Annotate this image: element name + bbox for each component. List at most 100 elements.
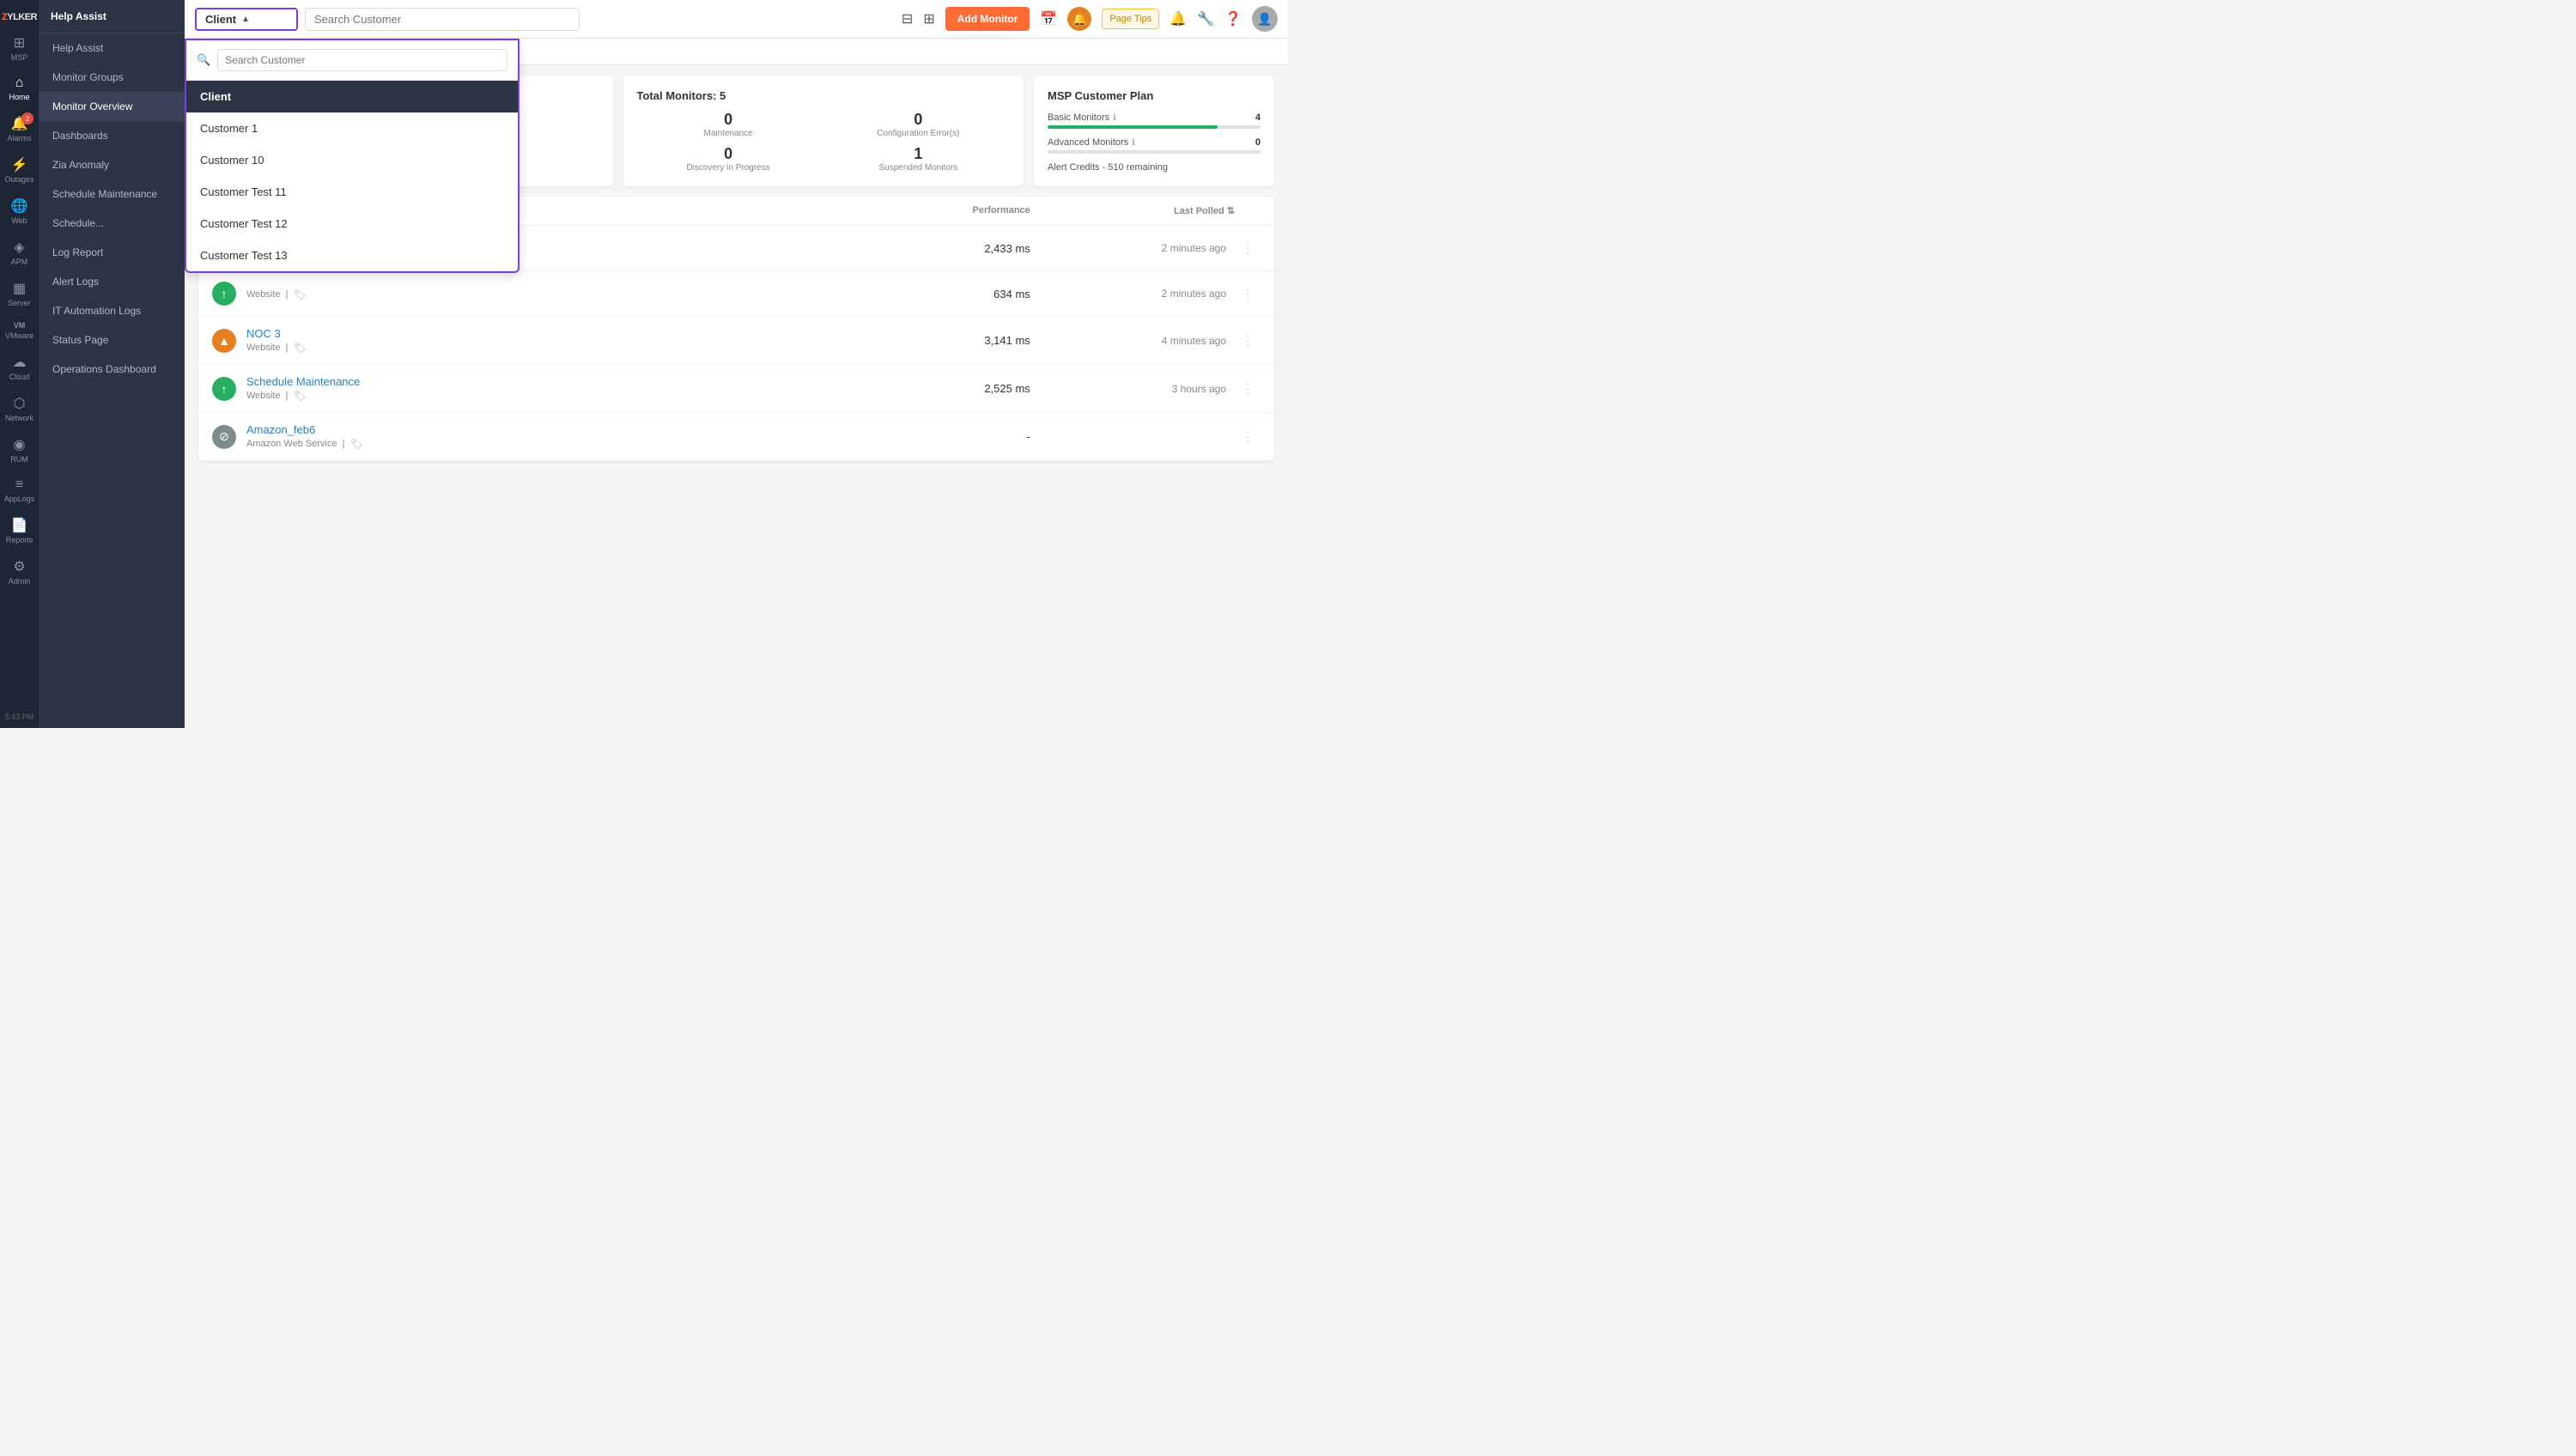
monitor-menu-icon[interactable]: ⋮: [1235, 381, 1261, 396]
dropdown-item-customer-test13[interactable]: Customer Test 13: [186, 240, 518, 271]
sidebar-item-it-automation-logs[interactable]: IT Automation Logs: [39, 296, 185, 325]
nav-applogs-label: AppLogs: [4, 494, 35, 503]
nav-outages[interactable]: ⚡ Outages: [0, 149, 39, 191]
monitor-search-input[interactable]: [305, 8, 580, 31]
dropdown-item-customer1[interactable]: Customer 1: [186, 112, 518, 144]
monitor-row[interactable]: ↑ Schedule Maintenance Website | 🏷 2,525…: [198, 365, 1274, 413]
nav-apm-label: APM: [11, 258, 28, 266]
grid-icon[interactable]: ⊞: [923, 10, 934, 27]
dropdown-search-icon: 🔍: [197, 53, 210, 67]
monitor-menu-icon[interactable]: ⋮: [1235, 429, 1261, 444]
monitor-type: Website | 🏷: [246, 390, 835, 402]
page-tips-button[interactable]: Page Tips: [1102, 9, 1159, 29]
nav-server[interactable]: ▦ Server: [0, 273, 39, 314]
admin-icon: ⚙: [13, 558, 25, 575]
clock: 5:43 PM: [5, 713, 34, 728]
monitor-menu-icon[interactable]: ⋮: [1235, 241, 1261, 256]
sidebar-item-alert-logs[interactable]: Alert Logs: [39, 267, 185, 296]
basic-monitors-label: Basic Monitors ℹ: [1048, 112, 1116, 123]
nav-msp-label: MSP: [11, 53, 28, 62]
monitor-last-polled: 4 minutes ago: [1030, 335, 1235, 347]
nav-alarms[interactable]: 2 🔔 Alarms: [0, 108, 39, 149]
sidebar-item-zia-anomaly[interactable]: Zia Anomaly: [39, 150, 185, 179]
col-last-polled-header[interactable]: Last Polled ⇅: [1030, 205, 1261, 216]
calendar-icon[interactable]: 📅: [1040, 10, 1057, 27]
applogs-icon: ≡: [15, 477, 23, 493]
monitor-row[interactable]: ↑ Website | 🏷 634 ms 2 minutes ago ⋮: [198, 271, 1274, 317]
monitor-name[interactable]: Amazon_feb6: [246, 423, 835, 436]
help-icon[interactable]: ❓: [1224, 10, 1242, 27]
nav-msp[interactable]: ⊞ MSP: [0, 27, 39, 69]
nav-network[interactable]: ⬡ Network: [0, 388, 39, 429]
dropdown-item-customer-test11[interactable]: Customer Test 11: [186, 176, 518, 208]
monitor-performance: 634 ms: [835, 288, 1030, 300]
vmware-icon: VM: [14, 321, 26, 330]
monitor-last-polled: 2 minutes ago: [1030, 242, 1235, 254]
sidebar-item-monitor-overview[interactable]: Monitor Overview: [39, 92, 185, 121]
advanced-monitors-value: 0: [1255, 137, 1261, 148]
monitor-name[interactable]: Schedule Maintenance: [246, 375, 835, 388]
rum-icon: ◉: [14, 436, 26, 453]
nav-reports[interactable]: 📄 Reports: [0, 510, 39, 551]
avatar[interactable]: 👤: [1252, 6, 1278, 32]
monitor-performance: 2,525 ms: [835, 382, 1030, 395]
secondary-sidebar: Help Assist Help Assist Monitor Groups M…: [39, 0, 185, 728]
sidebar-item-status-page[interactable]: Status Page: [39, 325, 185, 355]
sidebar-item-log-report[interactable]: Log Report: [39, 238, 185, 267]
dropdown-item-customer-test12[interactable]: Customer Test 12: [186, 208, 518, 240]
monitor-stat-config-errors: 0 Configuration Error(s): [827, 111, 1010, 138]
add-monitor-button[interactable]: Add Monitor: [945, 7, 1030, 31]
notification-bell-icon[interactable]: 🔔: [1170, 10, 1187, 27]
network-icon: ⬡: [14, 395, 26, 412]
sidebar-item-help-assist[interactable]: Help Assist: [39, 33, 185, 63]
discovery-count: 0: [637, 145, 820, 163]
status-icon-up: ↑: [212, 377, 236, 401]
monitor-row[interactable]: ⊘ Amazon_feb6 Amazon Web Service | 🏷 - ⋮: [198, 413, 1274, 461]
sidebar-title: Help Assist: [39, 0, 185, 33]
monitor-performance: -: [835, 430, 1030, 443]
sidebar-item-monitor-groups[interactable]: Monitor Groups: [39, 63, 185, 92]
nav-applogs[interactable]: ≡ AppLogs: [0, 470, 39, 510]
main-content: Client ▲ ⊟ ⊞ Add Monitor 📅 🔔 Page Tips 🔔…: [185, 0, 1288, 728]
apm-icon: ◈: [14, 239, 24, 256]
notification-icon[interactable]: 🔔: [1067, 7, 1091, 31]
monitor-name[interactable]: NOC 3: [246, 327, 835, 340]
maintenance-count: 0: [637, 111, 820, 129]
monitor-menu-icon[interactable]: ⋮: [1235, 333, 1261, 348]
nav-reports-label: Reports: [6, 536, 33, 544]
nav-admin[interactable]: ⚙ Admin: [0, 551, 39, 592]
nav-web[interactable]: 🌐 Web: [0, 191, 39, 232]
monitor-type: Amazon Web Service | 🏷: [246, 438, 835, 450]
wrench-icon[interactable]: 🔧: [1197, 10, 1214, 27]
nav-home-label: Home: [9, 93, 29, 101]
sidebar-item-dashboards[interactable]: Dashboards: [39, 121, 185, 150]
app-logo: ZYLKER: [0, 7, 39, 27]
sidebar-item-operations-dashboard[interactable]: Operations Dashboard: [39, 355, 185, 384]
nav-cloud[interactable]: ☁ Cloud: [0, 347, 39, 388]
nav-rum[interactable]: ◉ RUM: [0, 429, 39, 470]
alert-credits-text: Alert Credits - 510 remaining: [1048, 162, 1261, 173]
outages-icon: ⚡: [11, 156, 28, 173]
nav-alarms-label: Alarms: [7, 134, 31, 143]
monitor-row[interactable]: ▲ NOC 3 Website | 🏷 3,141 ms 4 minutes a…: [198, 317, 1274, 365]
monitor-stat-maintenance: 0 Maintenance: [637, 111, 820, 138]
sidebar-item-schedule2[interactable]: Schedule...: [39, 209, 185, 238]
monitor-menu-icon[interactable]: ⋮: [1235, 287, 1261, 301]
nav-network-label: Network: [5, 414, 33, 422]
nav-vmware[interactable]: VM VMware: [0, 314, 39, 347]
tag-icon: 🏷: [293, 390, 306, 402]
nav-home[interactable]: ⌂ Home: [0, 69, 39, 108]
dropdown-item-client[interactable]: Client: [186, 81, 518, 112]
nav-apm[interactable]: ◈ APM: [0, 232, 39, 273]
topbar: Client ▲ ⊟ ⊞ Add Monitor 📅 🔔 Page Tips 🔔…: [185, 0, 1288, 39]
advanced-monitors-label: Advanced Monitors ℹ: [1048, 137, 1135, 148]
tag-icon: 🏷: [349, 438, 362, 450]
chevron-up-icon: ▲: [241, 15, 250, 24]
plan-item-basic: Basic Monitors ℹ 4: [1048, 112, 1261, 129]
monitor-info: NOC 3 Website | 🏷: [246, 327, 835, 354]
dropdown-item-customer10[interactable]: Customer 10: [186, 144, 518, 176]
filter-icon[interactable]: ⊟: [902, 10, 913, 27]
client-selector[interactable]: Client ▲: [195, 8, 298, 31]
sidebar-item-schedule-maintenance[interactable]: Schedule Maintenance: [39, 179, 185, 209]
dropdown-search-input[interactable]: [217, 49, 507, 71]
